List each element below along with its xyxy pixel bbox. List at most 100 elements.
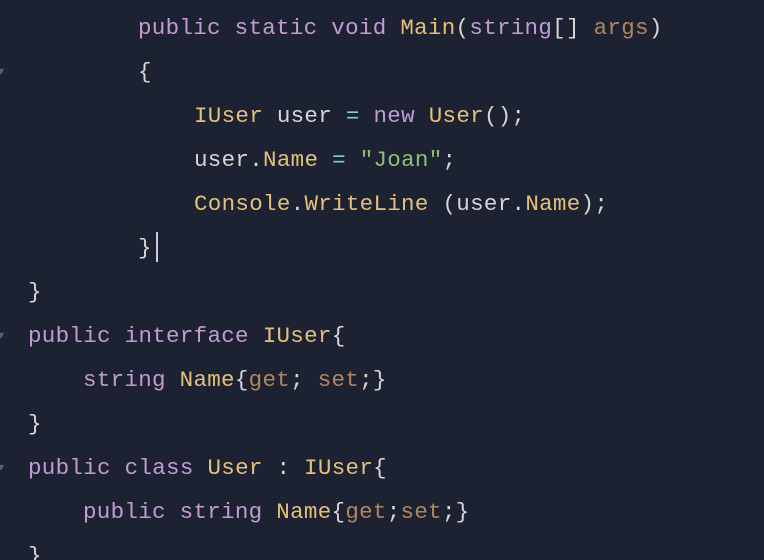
token-kw: interface bbox=[125, 323, 249, 349]
token-punct: ;} bbox=[442, 499, 470, 525]
token-dim bbox=[111, 323, 125, 349]
token-var: user bbox=[194, 147, 249, 173]
token-punct: [] bbox=[552, 15, 593, 41]
token-dim bbox=[111, 455, 125, 481]
token-kw: new bbox=[373, 103, 414, 129]
token-param: args bbox=[594, 15, 649, 41]
gutter bbox=[0, 270, 8, 314]
token-dim bbox=[415, 103, 429, 129]
code-content[interactable]: } bbox=[8, 226, 158, 270]
code-content[interactable]: public string Name{get;set;} bbox=[8, 490, 470, 534]
token-punct: ; bbox=[290, 367, 318, 393]
token-dim bbox=[318, 147, 332, 173]
token-type: IUser bbox=[194, 103, 263, 129]
token-op: = bbox=[346, 103, 360, 129]
token-type: Name bbox=[180, 367, 235, 393]
token-kw: public bbox=[138, 15, 221, 41]
token-kw: static bbox=[235, 15, 318, 41]
code-line[interactable]: ▾ public interface IUser{ bbox=[0, 314, 764, 358]
token-kw: string bbox=[83, 367, 166, 393]
token-dim bbox=[166, 499, 180, 525]
code-content[interactable]: IUser user = new User(); bbox=[9, 94, 525, 138]
token-dim bbox=[194, 455, 208, 481]
token-type: WriteLine bbox=[304, 191, 428, 217]
token-punct: { bbox=[332, 499, 346, 525]
gutter bbox=[0, 6, 8, 50]
token-punct: { bbox=[235, 367, 249, 393]
token-kw: public bbox=[28, 323, 111, 349]
code-line[interactable]: } bbox=[0, 534, 764, 560]
code-content[interactable]: } bbox=[8, 534, 42, 560]
token-kw: void bbox=[331, 15, 386, 41]
code-content[interactable]: Console.WriteLine (user.Name); bbox=[9, 182, 608, 226]
token-dim bbox=[387, 15, 401, 41]
token-type: User bbox=[207, 455, 262, 481]
code-line[interactable]: ▾{ bbox=[0, 50, 764, 94]
code-content[interactable]: public interface IUser{ bbox=[8, 314, 346, 358]
token-dim bbox=[360, 103, 374, 129]
token-punct: (); bbox=[484, 103, 525, 129]
token-punct: ;} bbox=[359, 367, 387, 393]
gutter bbox=[1, 138, 9, 182]
gutter: ▾ bbox=[0, 50, 8, 94]
token-punct: { bbox=[373, 455, 387, 481]
code-line[interactable]: user.Name = "Joan"; bbox=[0, 138, 764, 182]
code-line[interactable]: } bbox=[0, 402, 764, 446]
code-editor[interactable]: public static void Main(string[] args)▾{… bbox=[0, 0, 764, 560]
gutter bbox=[0, 358, 8, 402]
code-content[interactable]: user.Name = "Joan"; bbox=[9, 138, 456, 182]
fold-toggle-icon[interactable]: ▾ bbox=[0, 330, 4, 342]
token-punct: ) bbox=[649, 15, 663, 41]
gutter bbox=[0, 226, 8, 270]
fold-toggle-icon[interactable]: ▾ bbox=[0, 66, 4, 78]
token-punct: . bbox=[291, 191, 305, 217]
token-kw: string bbox=[469, 15, 552, 41]
token-punct: ); bbox=[581, 191, 609, 217]
token-dim bbox=[332, 103, 346, 129]
code-line[interactable]: } bbox=[0, 270, 764, 314]
token-punct: { bbox=[332, 323, 346, 349]
token-punct: ; bbox=[387, 499, 401, 525]
token-kw: string bbox=[180, 499, 263, 525]
code-content[interactable]: { bbox=[8, 50, 152, 94]
token-type: Main bbox=[400, 15, 455, 41]
token-punct: } bbox=[28, 543, 42, 560]
token-kw: public bbox=[28, 455, 111, 481]
token-param: set bbox=[318, 367, 359, 393]
code-line[interactable]: ▾public class User : IUser{ bbox=[0, 446, 764, 490]
token-punct: } bbox=[28, 411, 42, 437]
code-content[interactable]: public class User : IUser{ bbox=[8, 446, 387, 490]
token-kw: public bbox=[83, 499, 166, 525]
gutter bbox=[1, 94, 9, 138]
token-punct: } bbox=[138, 235, 152, 261]
token-param: get bbox=[249, 367, 290, 393]
code-content[interactable]: public static void Main(string[] args) bbox=[8, 6, 663, 50]
token-type: User bbox=[429, 103, 484, 129]
token-type: Name bbox=[525, 191, 580, 217]
code-line[interactable]: IUser user = new User(); bbox=[0, 94, 764, 138]
token-punct: ( bbox=[456, 15, 470, 41]
code-content[interactable]: } bbox=[8, 270, 42, 314]
gutter: ▾ bbox=[0, 446, 8, 490]
token-dim bbox=[221, 15, 235, 41]
token-punct: . bbox=[249, 147, 263, 173]
token-type: Name bbox=[276, 499, 331, 525]
code-content[interactable]: } bbox=[8, 402, 42, 446]
token-punct: : bbox=[277, 455, 291, 481]
token-dim bbox=[317, 15, 331, 41]
code-line[interactable]: public string Name{get;set;} bbox=[0, 490, 764, 534]
token-param: get bbox=[345, 499, 386, 525]
token-dim bbox=[290, 455, 304, 481]
token-type: Console bbox=[194, 191, 291, 217]
code-line[interactable]: } bbox=[0, 226, 764, 270]
code-line[interactable]: public static void Main(string[] args) bbox=[0, 6, 764, 50]
token-punct: ; bbox=[443, 147, 457, 173]
code-line[interactable]: Console.WriteLine (user.Name); bbox=[0, 182, 764, 226]
gutter bbox=[0, 534, 8, 560]
code-line[interactable]: string Name{get; set;} bbox=[0, 358, 764, 402]
code-content[interactable]: string Name{get; set;} bbox=[8, 358, 387, 402]
fold-toggle-icon[interactable]: ▾ bbox=[0, 462, 4, 474]
text-cursor bbox=[156, 232, 158, 262]
token-dim bbox=[263, 455, 277, 481]
gutter: ▾ bbox=[0, 314, 8, 358]
